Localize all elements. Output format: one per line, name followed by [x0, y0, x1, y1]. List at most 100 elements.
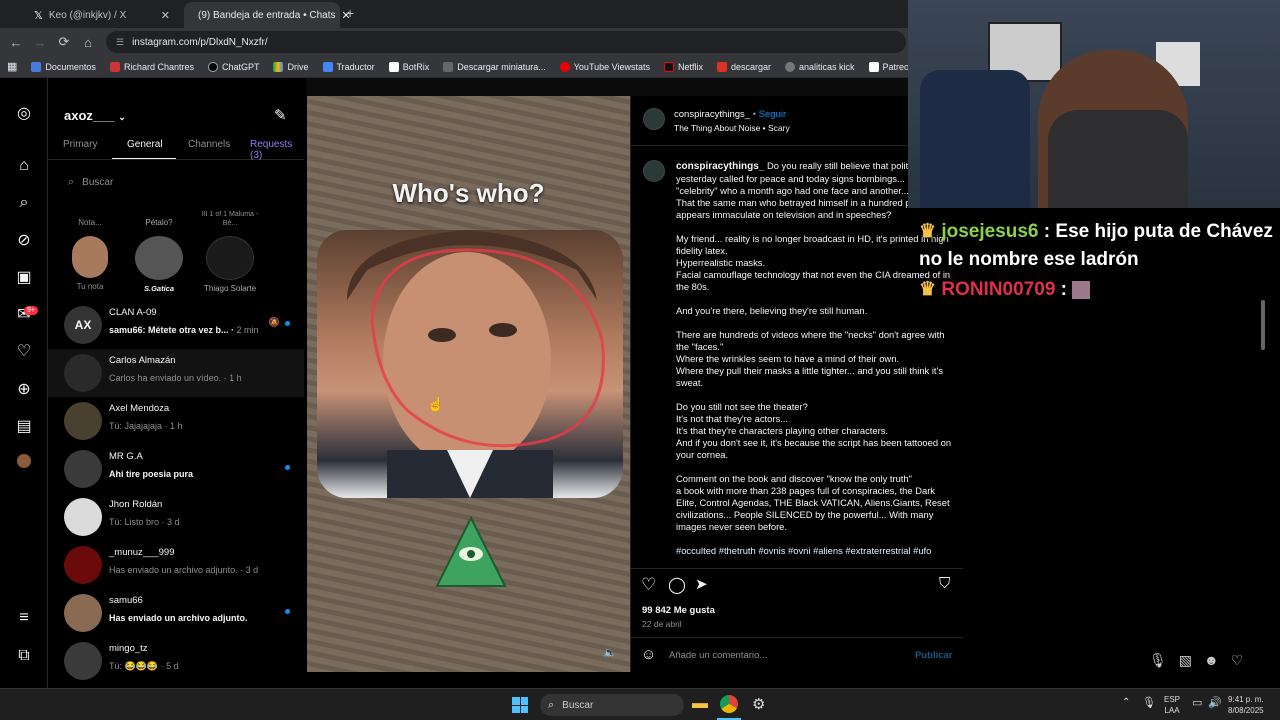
caption-paragraph: There are hundreds of videos where the "…	[676, 329, 945, 388]
file-explorer-icon[interactable]: ▬	[692, 695, 708, 713]
search-input[interactable]: ⌕ Buscar	[60, 170, 294, 194]
bookmark-item[interactable]: Drive	[266, 61, 315, 72]
bookmark-item[interactable]: Netflix	[657, 61, 710, 72]
chat-row[interactable]: Carlos Almazán Carlos ha enviado un víde…	[48, 349, 304, 397]
close-tab-icon[interactable]: ✕	[161, 9, 170, 22]
publish-button[interactable]: Publicar	[915, 650, 953, 661]
emoji-icon[interactable]: ☺	[641, 646, 656, 663]
mic-tray-icon[interactable]: 🎙	[1142, 696, 1156, 709]
chat-row[interactable]: samu66 Has enviado un archivo adjunto.	[48, 589, 304, 637]
avatar	[64, 594, 102, 632]
chat-row[interactable]: AX CLAN A-09 samu66: Métete otra vez b..…	[48, 301, 304, 349]
comment-input[interactable]: Añade un comentario...	[669, 650, 767, 661]
bookmark-item[interactable]: descargar	[710, 61, 778, 72]
site-info-icon[interactable]: ☰	[116, 37, 124, 48]
apps-grid-icon[interactable]: ▦	[0, 60, 24, 73]
chat-row[interactable]: _munuz___999 Has enviado un archivo adju…	[48, 541, 304, 589]
microphone-icon[interactable]: 🎙	[1149, 652, 1167, 669]
windows-start-icon[interactable]	[512, 697, 528, 713]
inbox-username[interactable]: axoz___ ⌄	[64, 108, 126, 123]
note-bubble: Nota...	[78, 218, 102, 227]
bookmark-item[interactable]: Richard Chantres	[103, 61, 201, 72]
tab-channels[interactable]: Channels	[188, 139, 230, 150]
chat-row[interactable]: Axel Mendoza Tú: Jajajajaja · 1 h	[48, 397, 304, 445]
create-icon[interactable]: ⊕	[14, 380, 34, 400]
dashboard-icon[interactable]: ▤	[14, 417, 34, 437]
like-heart-icon[interactable]: ♡	[641, 575, 656, 595]
explore-icon[interactable]: ⊘	[14, 231, 34, 251]
heart-icon[interactable]: ♡	[14, 342, 34, 362]
bookmark-item[interactable]: Traductor	[316, 61, 382, 72]
chat-row[interactable]: mingo_tz Tú: 😂😂😂 · 5 d	[48, 637, 304, 685]
language-indicator[interactable]: ESP LAA	[1164, 694, 1180, 716]
post-media[interactable]: Who's who? 🔈 ☝	[307, 96, 630, 672]
bookmark-icon	[716, 61, 727, 72]
scrollbar[interactable]	[1261, 300, 1265, 350]
url-field[interactable]: ☰ instagram.com/p/DlxdN_Nxzfr/	[106, 31, 906, 53]
bookmark-item[interactable]: analiticas kick	[778, 61, 862, 72]
compose-icon[interactable]: ✎	[274, 106, 287, 124]
profile-avatar-icon[interactable]	[14, 454, 34, 474]
patreon-icon	[868, 61, 879, 72]
reload-icon[interactable]: ⟳	[52, 34, 76, 50]
image-icon[interactable]: ▧	[1179, 652, 1192, 669]
author-avatar[interactable]	[643, 108, 665, 130]
heart-icon[interactable]: ♡	[1231, 652, 1244, 669]
note-item[interactable]: Pétalo? S.Gatica	[128, 218, 190, 293]
chat-name: CLAN A-09	[109, 307, 157, 318]
note-item[interactable]: Nota... Tu nota	[62, 218, 118, 291]
search-icon[interactable]: ⌕	[14, 193, 34, 213]
note-item[interactable]: III 1 of 1 Maluma - Bé... Thiago Solarte	[194, 210, 266, 293]
author-avatar[interactable]	[643, 160, 665, 182]
post-date: 22 de abril	[642, 619, 682, 629]
avatar	[64, 402, 102, 440]
bookmark-item[interactable]: Descargar miniatura...	[436, 61, 553, 72]
likes-count[interactable]: 99 842 Me gusta	[642, 605, 715, 616]
chat-preview: Tú: 😂😂😂 · 5 d	[109, 661, 179, 671]
crown-badge-icon: ♛	[919, 279, 937, 300]
chat-row[interactable]: MR G.A Ahi tire poesia pura	[48, 445, 304, 493]
instagram-logo-icon[interactable]: ◎	[14, 104, 34, 124]
home-icon[interactable]: ⌂	[14, 156, 34, 176]
mute-icon[interactable]: 🔈	[603, 646, 617, 659]
modal-backdrop[interactable]	[306, 78, 963, 96]
chat-row[interactable]: Jhon Roldán Tú: Listo bro · 3 d	[48, 493, 304, 541]
follow-button[interactable]: Seguir	[759, 109, 786, 120]
chevron-up-icon[interactable]: ⌃	[1122, 697, 1130, 708]
video-frame-face	[317, 230, 623, 498]
browser-tab-instagram[interactable]: (9) Bandeja de entrada • Chats ✕	[184, 2, 351, 28]
clock[interactable]: 9:41 p. m. 8/08/2025	[1228, 694, 1264, 716]
home-icon[interactable]: ⌂	[76, 35, 100, 50]
bookmark-item[interactable]: Documentos	[24, 61, 103, 72]
new-tab-button[interactable]: +	[346, 5, 354, 21]
author-name[interactable]: conspiracythings_	[674, 109, 750, 120]
audio-label[interactable]: The Thing About Noise • Scary	[674, 123, 790, 133]
comment-bar: ☺ Añade un comentario... Publicar	[631, 637, 964, 673]
menu-icon[interactable]: ≡	[14, 608, 34, 628]
more-apps-icon[interactable]: ⧉	[14, 646, 34, 666]
search-icon: ⌕	[68, 175, 75, 188]
tab-general[interactable]: General	[127, 139, 163, 150]
bookmark-item[interactable]: BotRix	[382, 61, 437, 72]
comment-icon[interactable]: ◯	[668, 575, 686, 595]
volume-icon[interactable]: 🔊	[1208, 696, 1222, 709]
caption-author[interactable]: conspiracythings_	[676, 161, 764, 172]
tab-primary[interactable]: Primary	[63, 139, 97, 150]
bookmark-item[interactable]: YouTube Viewstats	[553, 61, 657, 72]
app-icon[interactable]: ⚙	[752, 695, 765, 713]
chat-preview: Tú: Jajajajaja · 1 h	[109, 421, 183, 431]
chrome-icon[interactable]	[720, 695, 738, 713]
clock-date: 8/08/2025	[1228, 706, 1264, 715]
taskbar-search[interactable]: ⌕ Buscar	[540, 694, 684, 716]
back-arrow-icon[interactable]: ←	[4, 35, 28, 50]
tab-requests[interactable]: Requests (3)	[250, 139, 304, 161]
bookmark-save-icon[interactable]: ⛉	[939, 575, 950, 592]
network-icon[interactable]: ▭	[1192, 696, 1202, 709]
browser-tab-x[interactable]: 𝕏 Keo (@inkjkv) / X ✕	[26, 2, 178, 28]
forward-arrow-icon[interactable]: →	[28, 35, 52, 50]
reels-icon[interactable]: ▣	[14, 268, 34, 288]
hashtags[interactable]: #occulted #thetruth #ovnis #ovni #aliens…	[676, 545, 955, 557]
share-icon[interactable]: ➤	[695, 575, 708, 593]
sticker-icon[interactable]: ☻	[1204, 652, 1219, 669]
bookmark-item[interactable]: ChatGPT	[201, 61, 267, 72]
